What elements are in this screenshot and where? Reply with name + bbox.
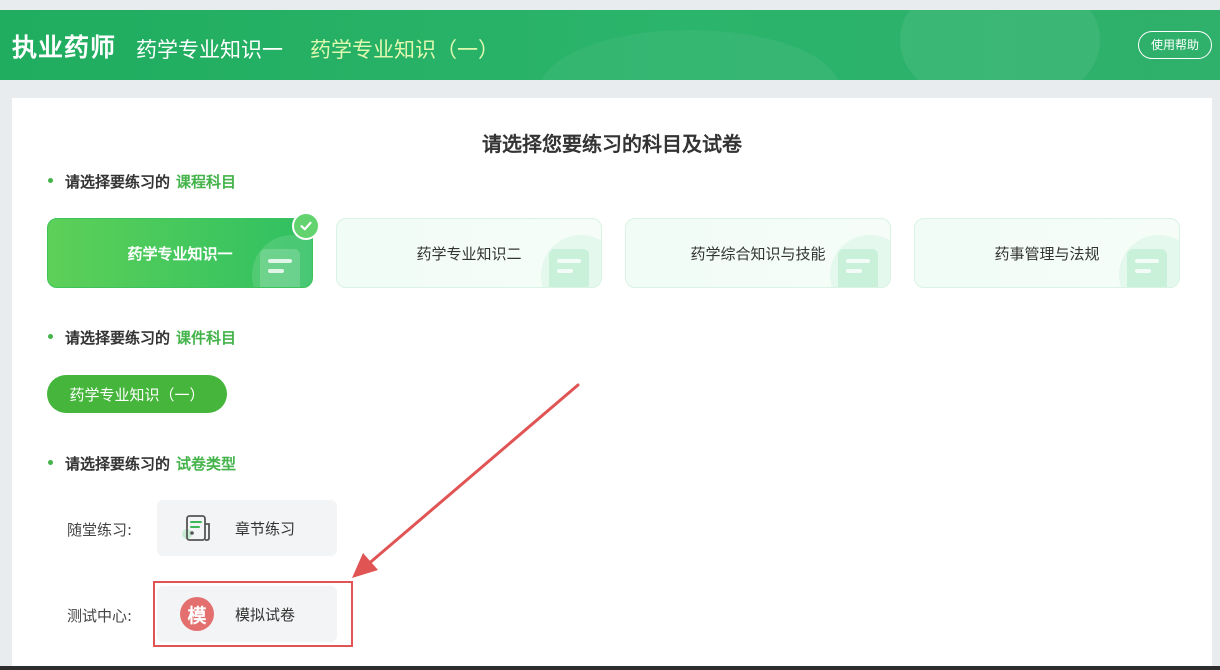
- bullet-dot: [48, 178, 53, 183]
- document-icon: [549, 249, 589, 287]
- subject-card-label: 药事管理与法规: [994, 244, 1100, 263]
- bullet-dot: [48, 334, 53, 339]
- document-icon: [1127, 249, 1167, 287]
- document-icon: [838, 249, 878, 287]
- chapter-doc-icon: [179, 510, 215, 546]
- section-prefix: 请选择要练习的: [65, 329, 171, 347]
- subject-card-comprehensive[interactable]: 药学综合知识与技能: [625, 218, 891, 288]
- bottom-edge: [0, 666, 1220, 670]
- top-header: 执业药师 药学专业知识一 药学专业知识（一） 使用帮助: [0, 10, 1220, 80]
- subject-card-regulations[interactable]: 药事管理与法规: [914, 218, 1180, 288]
- courseware-pill[interactable]: 药学专业知识（一）: [47, 375, 227, 413]
- help-button[interactable]: 使用帮助: [1137, 31, 1212, 59]
- section-highlight: 课程科目: [176, 173, 237, 191]
- row-label-practice: 随堂练习:: [67, 521, 133, 539]
- selection-panel: 请选择您要练习的科目及试卷 请选择要练习的 课程科目 药学专业知识一 药学专业知识…: [12, 98, 1212, 670]
- section-course-label: 请选择要练习的 课程科目: [48, 171, 236, 192]
- section-prefix: 请选择要练习的: [65, 455, 171, 473]
- subject-card-pharmacy-2[interactable]: 药学专业知识二: [336, 218, 602, 288]
- mock-badge-icon: 模: [179, 596, 215, 632]
- subject-card-pharmacy-1[interactable]: 药学专业知识一: [47, 218, 313, 288]
- document-icon: [260, 249, 300, 287]
- page-title: 请选择您要练习的科目及试卷: [482, 132, 742, 156]
- brand-title: 执业药师: [12, 33, 117, 62]
- header-decoration: [540, 30, 840, 80]
- subject-card-label: 药学专业知识二: [416, 244, 522, 263]
- chapter-practice-label: 章节练习: [235, 519, 296, 538]
- section-paper-label: 请选择要练习的 试卷类型: [48, 453, 236, 474]
- breadcrumb-courseware[interactable]: 药学专业知识（一）: [310, 34, 499, 64]
- chapter-practice-button[interactable]: 章节练习: [157, 500, 337, 556]
- section-highlight: 试卷类型: [176, 455, 237, 473]
- section-prefix: 请选择要练习的: [65, 173, 171, 191]
- header-decoration: [900, 10, 1100, 80]
- subject-card-label: 药学综合知识与技能: [690, 244, 826, 263]
- breadcrumb-subject[interactable]: 药学专业知识一: [136, 34, 283, 64]
- section-highlight: 课件科目: [176, 329, 237, 347]
- section-courseware-label: 请选择要练习的 课件科目: [48, 327, 236, 348]
- mock-badge-text: 模: [180, 597, 214, 631]
- mock-exam-button[interactable]: 模 模拟试卷: [157, 586, 337, 642]
- subject-card-label: 药学专业知识一: [127, 244, 233, 263]
- bullet-dot: [48, 460, 53, 465]
- row-label-test-center: 测试中心:: [67, 607, 133, 625]
- mock-exam-label: 模拟试卷: [235, 605, 296, 624]
- check-icon: [292, 212, 320, 240]
